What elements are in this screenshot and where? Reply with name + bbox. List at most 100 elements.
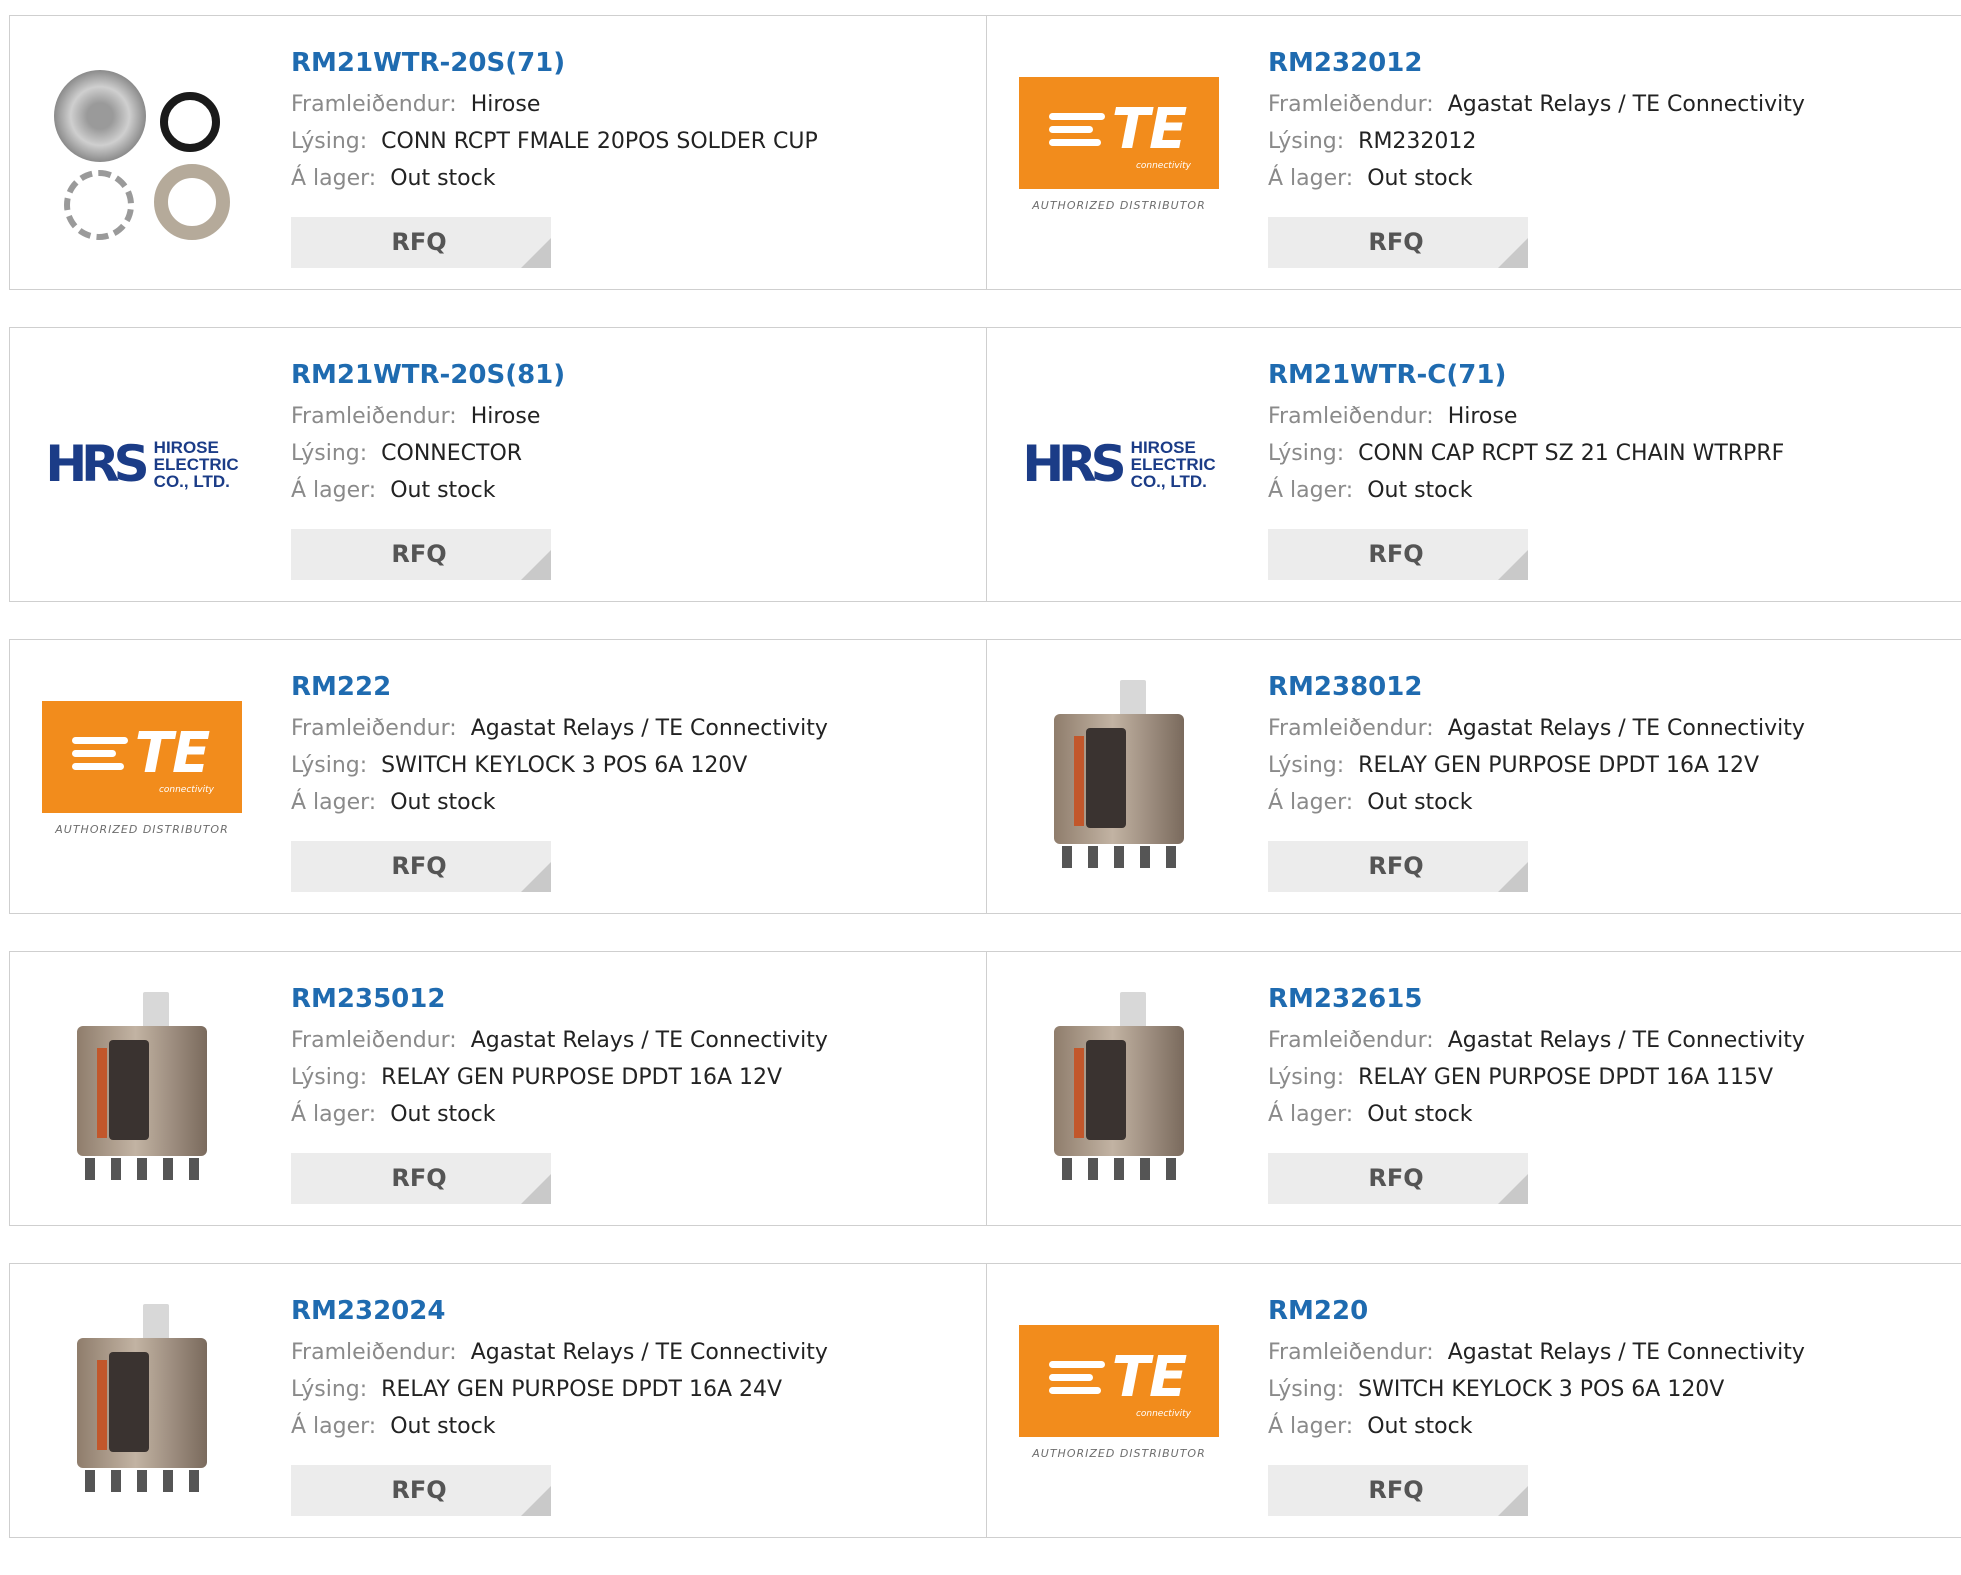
part-number-link[interactable]: RM222 [291,670,828,704]
rfq-corner-icon [1498,1486,1528,1516]
product-image[interactable] [42,988,242,1188]
rfq-button[interactable]: RFQ [291,841,551,892]
product-image[interactable] [1019,676,1219,876]
product-image[interactable]: TE connectivity AUTHORIZED DISTRIBUTOR [42,676,242,876]
connector-photo [42,52,242,252]
rfq-button[interactable]: RFQ [1268,1153,1528,1204]
authorized-distributor-text: AUTHORIZED DISTRIBUTOR [1032,199,1206,212]
description-line: Lýsing: CONN CAP RCPT SZ 21 CHAIN WTRPRF [1268,435,1784,472]
product-card: TE connectivity AUTHORIZED DISTRIBUTOR R… [9,639,987,914]
description-value: RM232012 [1358,129,1477,154]
product-image[interactable]: TE connectivity AUTHORIZED DISTRIBUTOR [1019,52,1219,252]
manufacturer-line: Framleiðendur: Agastat Relays / TE Connec… [1268,1022,1805,1059]
stock-value: Out stock [1367,166,1473,191]
product-info: RM235012 Framleiðendur: Agastat Relays / T… [291,982,828,1133]
rfq-button[interactable]: RFQ [1268,217,1528,268]
product-image[interactable] [1019,988,1219,1188]
stock-value: Out stock [390,478,496,503]
description-label: Lýsing: [1268,1065,1345,1090]
description-label: Lýsing: [291,1377,368,1402]
product-image[interactable]: HRS HIROSE ELECTRIC CO., LTD. [1019,364,1219,564]
rfq-corner-icon [521,862,551,892]
rfq-button-label: RFQ [1368,540,1424,568]
authorized-distributor-text: AUTHORIZED DISTRIBUTOR [1032,1447,1206,1460]
hirose-line-1: HIROSE [1130,437,1196,457]
description-label: Lýsing: [291,753,368,778]
stock-line: Á lager: Out stock [291,1096,828,1133]
description-label: Lýsing: [291,441,368,466]
rfq-button[interactable]: RFQ [1268,1465,1528,1516]
product-image[interactable]: HRS HIROSE ELECTRIC CO., LTD. [42,364,242,564]
relay-photo [57,1300,227,1500]
manufacturer-label: Framleiðendur: [1268,404,1434,429]
manufacturer-value: Agastat Relays / TE Connectivity [1447,1340,1805,1365]
rfq-button[interactable]: RFQ [291,1153,551,1204]
manufacturer-line: Framleiðendur: Agastat Relays / TE Connec… [1268,710,1805,747]
stock-label: Á lager: [291,1102,377,1127]
part-number-link[interactable]: RM21WTR-20S(81) [291,358,565,392]
manufacturer-label: Framleiðendur: [291,92,457,117]
part-number-link[interactable]: RM232012 [1268,46,1805,80]
description-line: Lýsing: RELAY GEN PURPOSE DPDT 16A 12V [291,1059,828,1096]
rfq-button-label: RFQ [391,1164,447,1192]
rfq-corner-icon [521,238,551,268]
product-row: RM21WTR-20S(71) Framleiðendur: Hirose Lýsin… [9,15,1961,290]
manufacturer-value: Hirose [470,92,541,117]
product-card: TE connectivity AUTHORIZED DISTRIBUTOR R… [987,15,1961,290]
description-value: CONN CAP RCPT SZ 21 CHAIN WTRPRF [1358,441,1785,466]
rfq-button[interactable]: RFQ [1268,529,1528,580]
stock-line: Á lager: Out stock [1268,472,1784,509]
rfq-button-label: RFQ [1368,1164,1424,1192]
stock-label: Á lager: [1268,166,1354,191]
hirose-line-3: CO., LTD. [1130,471,1207,491]
stock-line: Á lager: Out stock [291,1408,828,1445]
description-line: Lýsing: SWITCH KEYLOCK 3 POS 6A 120V [1268,1371,1805,1408]
hirose-line-3: CO., LTD. [153,471,230,491]
description-label: Lýsing: [1268,129,1345,154]
part-number-link[interactable]: RM21WTR-C(71) [1268,358,1784,392]
rfq-button-label: RFQ [1368,852,1424,880]
part-number-link[interactable]: RM220 [1268,1294,1805,1328]
part-number-link[interactable]: RM21WTR-20S(71) [291,46,818,80]
part-number-link[interactable]: RM238012 [1268,670,1805,704]
relay-photo [57,988,227,1188]
stock-line: Á lager: Out stock [291,472,565,509]
description-value: RELAY GEN PURPOSE DPDT 16A 12V [1358,753,1760,778]
part-number-link[interactable]: RM232615 [1268,982,1805,1016]
product-info: RM21WTR-20S(81) Framleiðendur: Hirose Lýsin… [291,358,565,509]
manufacturer-value: Agastat Relays / TE Connectivity [470,1340,828,1365]
product-row: TE connectivity AUTHORIZED DISTRIBUTOR R… [9,639,1961,914]
description-label: Lýsing: [291,1065,368,1090]
rfq-button[interactable]: RFQ [1268,841,1528,892]
description-label: Lýsing: [291,129,368,154]
te-logo-text: TE [1111,96,1187,162]
stock-label: Á lager: [291,478,377,503]
rfq-button[interactable]: RFQ [291,217,551,268]
description-value: RELAY GEN PURPOSE DPDT 16A 12V [381,1065,783,1090]
stock-line: Á lager: Out stock [291,160,818,197]
part-number-link[interactable]: RM232024 [291,1294,828,1328]
rfq-corner-icon [1498,1174,1528,1204]
rfq-button[interactable]: RFQ [291,529,551,580]
product-image[interactable] [42,52,242,252]
manufacturer-line: Framleiðendur: Agastat Relays / TE Connec… [291,1022,828,1059]
manufacturer-value: Hirose [1447,404,1518,429]
description-value: RELAY GEN PURPOSE DPDT 16A 115V [1358,1065,1774,1090]
product-info: RM232012 Framleiðendur: Agastat Relays / T… [1268,46,1805,197]
manufacturer-label: Framleiðendur: [291,1340,457,1365]
product-card: RM21WTR-20S(71) Framleiðendur: Hirose Lýsin… [9,15,987,290]
product-grid: RM21WTR-20S(71) Framleiðendur: Hirose Lýsin… [9,15,1961,1575]
manufacturer-label: Framleiðendur: [1268,716,1434,741]
product-card: TE connectivity AUTHORIZED DISTRIBUTOR R… [987,1263,1961,1538]
te-bars-icon [72,737,128,776]
rfq-button[interactable]: RFQ [291,1465,551,1516]
description-value: RELAY GEN PURPOSE DPDT 16A 24V [381,1377,783,1402]
product-info: RM238012 Framleiðendur: Agastat Relays / T… [1268,670,1805,821]
te-connectivity-logo: TE connectivity AUTHORIZED DISTRIBUTOR [1019,1325,1219,1475]
part-number-link[interactable]: RM235012 [291,982,828,1016]
rfq-button-label: RFQ [391,852,447,880]
product-image[interactable]: TE connectivity AUTHORIZED DISTRIBUTOR [1019,1300,1219,1500]
product-image[interactable] [42,1300,242,1500]
manufacturer-label: Framleiðendur: [1268,1028,1434,1053]
description-label: Lýsing: [1268,1377,1345,1402]
